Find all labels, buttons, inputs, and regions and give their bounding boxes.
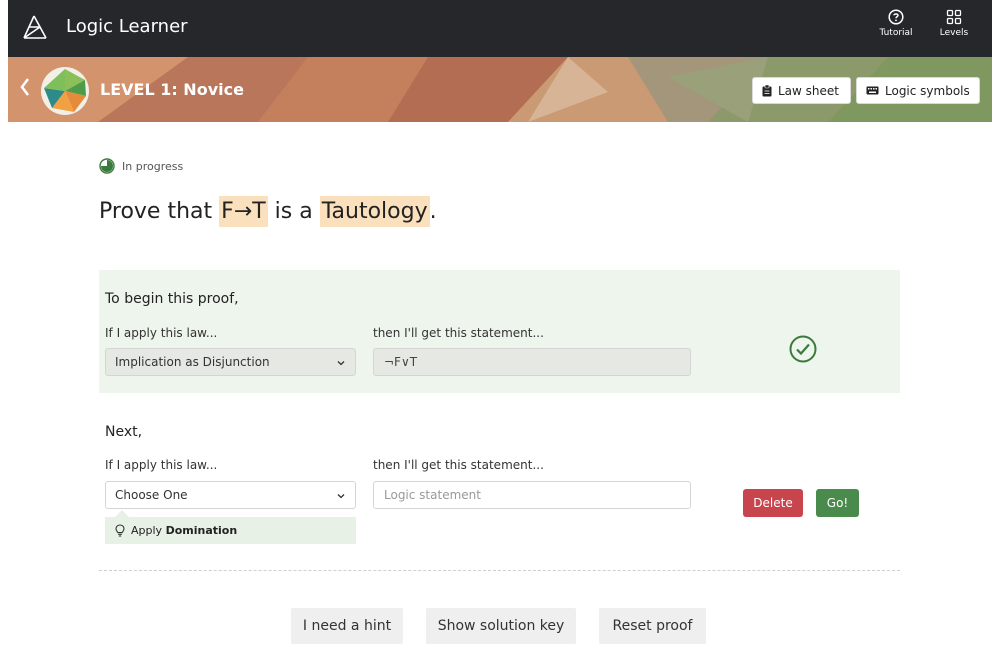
keyboard-icon xyxy=(866,86,879,95)
hint-prefix: Apply xyxy=(131,524,163,537)
reset-proof-button[interactable]: Reset proof xyxy=(599,608,706,644)
law-label: If I apply this law... xyxy=(105,326,218,340)
statement-placeholder: Logic statement xyxy=(384,488,481,502)
law-sheet-label: Law sheet xyxy=(778,83,839,98)
level-title: LEVEL 1: Novice xyxy=(100,80,244,99)
progress-status: In progress xyxy=(99,158,183,174)
levels-label: Levels xyxy=(939,28,969,38)
logic-symbols-label: Logic symbols xyxy=(885,83,970,98)
hint-suggestion: Apply Domination xyxy=(105,517,356,544)
expression-highlight: F→T xyxy=(219,196,268,227)
hint-pointer xyxy=(115,510,129,517)
level-badge-icon xyxy=(41,67,89,115)
status-text: In progress xyxy=(122,159,184,173)
heading-suffix: . xyxy=(429,199,437,224)
proof-step-2: Next, If I apply this law... then I'll g… xyxy=(99,400,900,570)
statement-label: then I'll get this statement... xyxy=(373,458,544,472)
logic-symbols-button[interactable]: Logic symbols xyxy=(856,77,980,104)
lightbulb-icon xyxy=(115,524,125,537)
app-title: Logic Learner xyxy=(66,16,188,37)
question-circle-icon xyxy=(888,9,904,25)
chevron-down-icon xyxy=(337,494,345,499)
law-select-value: Choose One xyxy=(115,488,188,502)
law-select-value: Implication as Disjunction xyxy=(115,355,270,369)
law-sheet-button[interactable]: Law sheet xyxy=(752,77,851,104)
statement-value: ¬F∨T xyxy=(384,355,418,369)
half-circle-progress-icon xyxy=(99,158,115,174)
law-select[interactable]: Choose One xyxy=(105,481,356,509)
statement-field[interactable]: ¬F∨T xyxy=(373,348,691,376)
statement-input[interactable]: Logic statement xyxy=(373,481,691,509)
divider xyxy=(99,570,900,571)
chevron-down-icon xyxy=(337,361,345,366)
proof-step-1: To begin this proof, If I apply this law… xyxy=(99,270,900,393)
top-app-bar: Logic Learner Tutorial Levels xyxy=(8,0,992,57)
hint-button[interactable]: I need a hint xyxy=(291,608,403,644)
check-circle-icon xyxy=(789,335,817,363)
problem-heading: Prove that F→T is a Tautology. xyxy=(99,196,437,227)
step-title: To begin this proof, xyxy=(105,291,239,307)
target-highlight: Tautology xyxy=(319,196,430,227)
heading-prefix: Prove that xyxy=(99,199,213,224)
heading-middle: is a xyxy=(274,199,313,224)
go-button[interactable]: Go! xyxy=(816,489,859,517)
clipboard-icon xyxy=(762,84,772,96)
grid-icon xyxy=(946,9,962,25)
law-select[interactable]: Implication as Disjunction xyxy=(105,348,356,376)
tutorial-button[interactable]: Tutorial xyxy=(874,9,918,49)
levels-button[interactable]: Levels xyxy=(932,9,976,49)
back-chevron-icon[interactable] xyxy=(20,77,30,97)
show-solution-button[interactable]: Show solution key xyxy=(426,608,576,644)
hint-law: Domination xyxy=(165,524,238,537)
logic-learner-logo-icon xyxy=(23,15,47,39)
law-label: If I apply this law... xyxy=(105,458,218,472)
delete-step-button[interactable]: Delete xyxy=(743,489,803,517)
level-banner: LEVEL 1: Novice Law sheet Logic symbols xyxy=(8,57,992,122)
statement-label: then I'll get this statement... xyxy=(373,326,544,340)
tutorial-label: Tutorial xyxy=(879,28,913,38)
step-title: Next, xyxy=(105,424,143,440)
